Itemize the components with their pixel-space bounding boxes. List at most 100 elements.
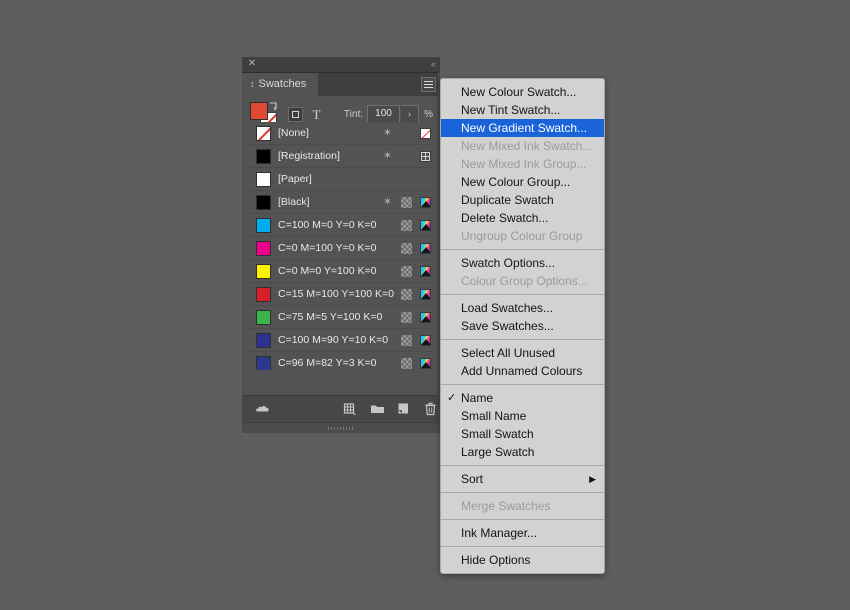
panel-footer-toolbar: [242, 395, 440, 423]
menu-item-label: Swatch Options...: [461, 256, 556, 270]
menu-item[interactable]: Duplicate Swatch: [441, 191, 604, 209]
apply-to-text-button[interactable]: T: [309, 107, 324, 122]
swatch-row[interactable]: C=0 M=100 Y=0 K=0: [242, 237, 440, 260]
menu-item[interactable]: New Tint Swatch...: [441, 101, 604, 119]
swatch-row[interactable]: C=15 M=100 Y=100 K=0: [242, 283, 440, 306]
show-swatch-groups-icon[interactable]: [256, 402, 272, 418]
menu-item[interactable]: New Gradient Swatch...: [441, 119, 604, 137]
menu-item[interactable]: Small Swatch: [441, 425, 604, 443]
fill-color-box[interactable]: [250, 102, 268, 120]
swatch-name-label: C=15 M=100 Y=100 K=0: [278, 288, 394, 300]
swatch-name-label: C=0 M=100 Y=0 K=0: [278, 242, 377, 254]
menu-separator: [441, 339, 604, 340]
color-model-icon: [420, 220, 431, 231]
swatch-row[interactable]: C=100 M=90 Y=10 K=0: [242, 329, 440, 352]
menu-item[interactable]: Small Name: [441, 407, 604, 425]
swatch-row[interactable]: C=100 M=0 Y=0 K=0: [242, 214, 440, 237]
menu-item-label: Colour Group Options...: [461, 274, 588, 288]
tint-label: Tint:: [343, 109, 363, 120]
color-model-icon: [420, 128, 431, 139]
panel-tabbar: ↕ Swatches: [242, 73, 440, 96]
menu-line-1: [424, 81, 433, 82]
swatch-list[interactable]: [None] ✶ [Registration] ✶ [Paper] [Black] ✶ C=1…: [242, 122, 440, 370]
process-color-icon: [401, 197, 412, 208]
menu-separator: [441, 384, 604, 385]
menu-separator: [441, 465, 604, 466]
menu-item[interactable]: Sort ▶: [441, 470, 604, 488]
menu-item-label: Ungroup Colour Group: [461, 229, 583, 243]
menu-item-label: New Mixed Ink Swatch...: [461, 139, 593, 153]
swatch-color-chip: [256, 264, 271, 279]
menu-separator: [441, 519, 604, 520]
panel-titlebar: ✕ «: [242, 57, 440, 73]
menu-item-label: Sort: [461, 472, 484, 486]
spot-color-icon: ✶: [382, 150, 393, 162]
tint-input[interactable]: 100: [367, 105, 400, 123]
swatch-color-chip: [256, 126, 271, 141]
swatch-row[interactable]: [Black] ✶: [242, 191, 440, 214]
swatch-row[interactable]: C=0 M=0 Y=100 K=0: [242, 260, 440, 283]
close-icon[interactable]: ✕: [247, 59, 257, 69]
menu-item[interactable]: Load Swatches...: [441, 299, 604, 317]
process-color-icon: [401, 220, 412, 231]
menu-item[interactable]: Hide Options: [441, 551, 604, 569]
menu-line-2: [424, 84, 433, 85]
menu-separator: [441, 546, 604, 547]
menu-item[interactable]: Add Unnamed Colours: [441, 362, 604, 380]
menu-item-label: New Tint Swatch...: [461, 103, 561, 117]
menu-item: Colour Group Options...: [441, 272, 604, 290]
menu-item[interactable]: Ink Manager...: [441, 524, 604, 542]
menu-item: New Mixed Ink Swatch...: [441, 137, 604, 155]
swatch-name-label: C=100 M=90 Y=10 K=0: [278, 334, 389, 346]
menu-item[interactable]: Delete Swatch...: [441, 209, 604, 227]
menu-item[interactable]: Large Swatch: [441, 443, 604, 461]
menu-item[interactable]: Swatch Options...: [441, 254, 604, 272]
color-model-icon: [420, 358, 431, 369]
registration-quadrant: [422, 153, 425, 156]
swatch-row[interactable]: [Registration] ✶: [242, 145, 440, 168]
new-folder-icon[interactable]: [370, 402, 386, 418]
swatch-name-label: [None]: [278, 127, 309, 139]
tab-swatches[interactable]: ↕ Swatches: [242, 73, 319, 96]
new-color-group-icon[interactable]: [343, 402, 359, 418]
tint-stepper[interactable]: ›: [401, 105, 419, 123]
new-swatch-icon[interactable]: [397, 402, 413, 418]
swatch-color-chip: [256, 356, 271, 370]
swatch-row[interactable]: [Paper]: [242, 168, 440, 191]
color-model-icon: [420, 243, 431, 254]
swatch-row[interactable]: C=96 M=82 Y=3 K=0: [242, 352, 440, 370]
swap-fill-stroke-icon[interactable]: [269, 102, 278, 111]
tab-swatches-label: Swatches: [258, 78, 307, 90]
menu-separator: [441, 249, 604, 250]
menu-item[interactable]: New Colour Group...: [441, 173, 604, 191]
apply-to-container-button[interactable]: [288, 107, 303, 122]
menu-item[interactable]: New Colour Swatch...: [441, 83, 604, 101]
panel-menu-icon[interactable]: [421, 77, 436, 92]
menu-line-3: [424, 87, 433, 88]
swatch-row[interactable]: C=75 M=5 Y=100 K=0: [242, 306, 440, 329]
tab-grip-icon: ↕: [250, 79, 255, 89]
panel-resize-grip[interactable]: [242, 422, 440, 433]
submenu-arrow-icon: ▶: [589, 474, 596, 484]
swatch-color-chip: [256, 149, 271, 164]
menu-item-label: New Mixed Ink Group...: [461, 157, 587, 171]
checkmark-icon: ✓: [447, 392, 457, 404]
process-color-icon: [401, 289, 412, 300]
swatch-row[interactable]: [None] ✶: [242, 122, 440, 145]
color-model-icon: [420, 151, 431, 162]
color-model-icon: [420, 335, 431, 346]
menu-item[interactable]: Save Swatches...: [441, 317, 604, 335]
menu-item-label: Small Name: [461, 409, 527, 423]
tint-percent-label: %: [424, 109, 433, 120]
swatch-name-label: C=100 M=0 Y=0 K=0: [278, 219, 377, 231]
menu-item-label: Add Unnamed Colours: [461, 364, 583, 378]
menu-item-label: Merge Swatches: [461, 499, 551, 513]
menu-item[interactable]: ✓ Name: [441, 389, 604, 407]
collapse-panel-icon[interactable]: «: [431, 59, 436, 69]
menu-item[interactable]: Select All Unused: [441, 344, 604, 362]
menu-item: Merge Swatches: [441, 497, 604, 515]
swatch-color-chip: [256, 218, 271, 233]
menu-separator: [441, 294, 604, 295]
process-color-icon: [401, 243, 412, 254]
spot-color-icon: ✶: [382, 127, 393, 139]
